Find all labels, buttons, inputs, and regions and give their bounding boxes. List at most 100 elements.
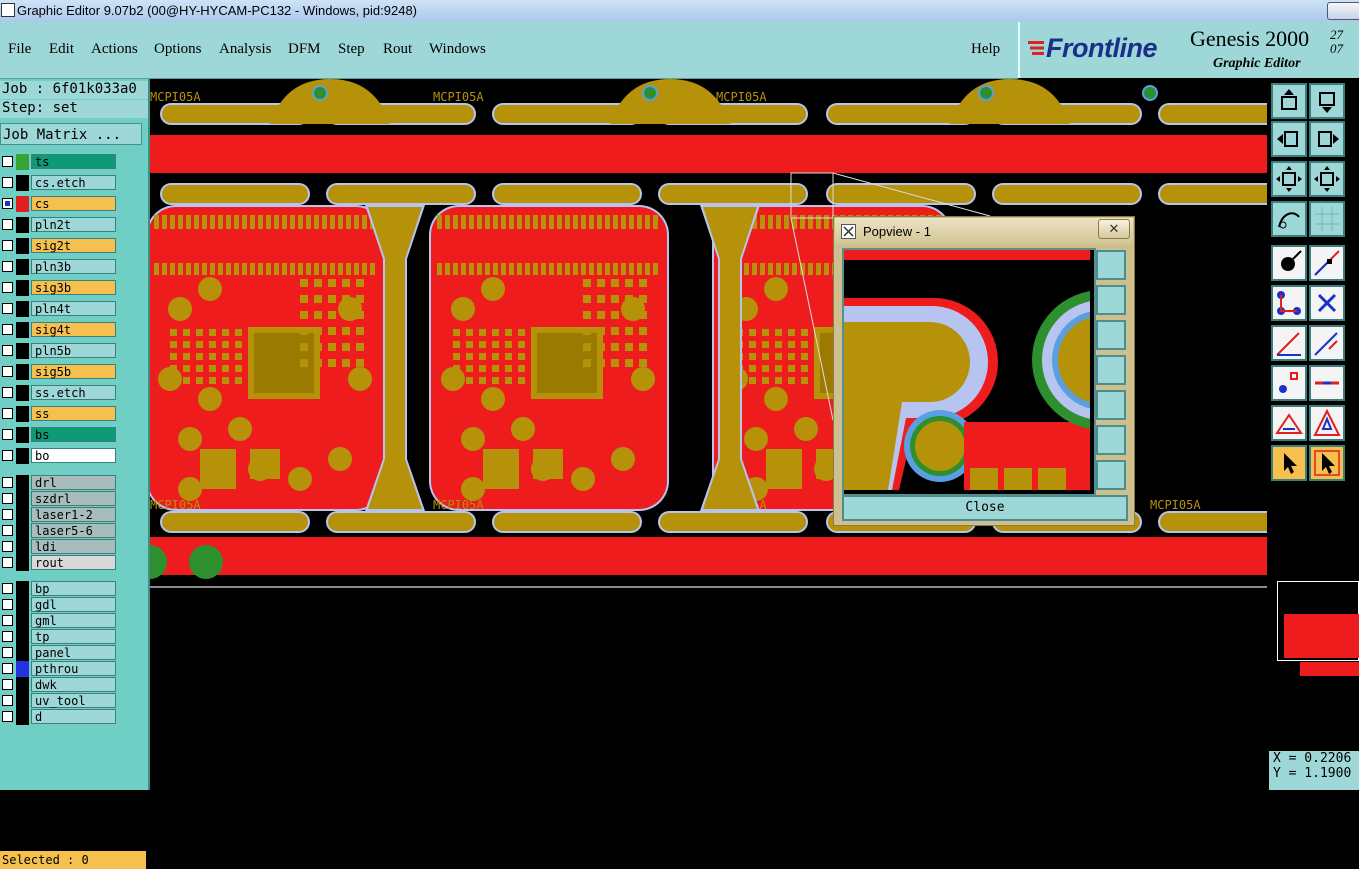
grid-icon[interactable] — [1309, 201, 1345, 237]
layer-name[interactable]: pthrou — [31, 661, 116, 676]
layer-checkbox[interactable] — [2, 663, 13, 674]
layer-name[interactable]: pln4t — [31, 301, 116, 316]
move-left-icon[interactable] — [1271, 121, 1307, 157]
layer-color-swatch[interactable] — [16, 523, 29, 539]
layer-checkbox[interactable] — [2, 647, 13, 658]
layer-color-swatch[interactable] — [16, 581, 29, 597]
menu-rout[interactable]: Rout — [383, 41, 412, 58]
layer-color-swatch[interactable] — [16, 709, 29, 725]
layer-color-swatch[interactable] — [16, 280, 29, 296]
layer-color-swatch[interactable] — [16, 385, 29, 401]
line-icon[interactable] — [1309, 245, 1345, 281]
draw-arc-icon[interactable] — [1309, 325, 1345, 361]
layer-color-swatch[interactable] — [16, 507, 29, 523]
zoom-icon[interactable] — [1309, 161, 1345, 197]
move-down-icon[interactable] — [1309, 83, 1345, 119]
layer-name[interactable]: ldi — [31, 539, 116, 554]
layer-color-swatch[interactable] — [16, 364, 29, 380]
layer-checkbox[interactable] — [2, 631, 13, 642]
popview-left-icon[interactable] — [1096, 355, 1126, 385]
layer-color-swatch[interactable] — [16, 427, 29, 443]
popview-close-button[interactable]: Close — [842, 495, 1128, 521]
layer-name[interactable]: pln2t — [31, 217, 116, 232]
layer-name[interactable]: cs — [31, 196, 116, 211]
layer-name[interactable]: laser1-2 — [31, 507, 116, 522]
layer-color-swatch[interactable] — [16, 475, 29, 491]
overview-map[interactable] — [1277, 581, 1359, 676]
popview-down-icon[interactable] — [1096, 320, 1126, 350]
snap-icon[interactable] — [1271, 201, 1307, 237]
edge-icon[interactable] — [1309, 365, 1345, 401]
layer-color-swatch[interactable] — [16, 154, 29, 170]
pad-icon[interactable] — [1271, 245, 1307, 281]
measure-icon[interactable] — [1271, 365, 1307, 401]
popview-zoom-view[interactable] — [842, 248, 1096, 496]
layer-color-swatch[interactable] — [16, 491, 29, 507]
layer-name[interactable]: bo — [31, 448, 116, 463]
layer-checkbox[interactable] — [2, 711, 13, 722]
layer-color-swatch[interactable] — [16, 343, 29, 359]
layer-name[interactable]: bp — [31, 581, 116, 596]
menu-dfm[interactable]: DFM — [288, 41, 321, 58]
layer-color-swatch[interactable] — [16, 175, 29, 191]
layer-color-swatch[interactable] — [16, 238, 29, 254]
layer-color-swatch[interactable] — [16, 661, 29, 677]
move-right-icon[interactable] — [1309, 121, 1345, 157]
layer-checkbox[interactable] — [2, 679, 13, 690]
layer-checkbox[interactable] — [2, 387, 13, 398]
menu-file[interactable]: File — [8, 41, 31, 58]
select-arrow-icon[interactable] — [1271, 445, 1307, 481]
layer-color-swatch[interactable] — [16, 539, 29, 555]
layer-name[interactable]: sig2t — [31, 238, 116, 253]
layer-checkbox[interactable] — [2, 583, 13, 594]
menu-step[interactable]: Step — [338, 41, 365, 58]
layer-checkbox[interactable] — [2, 408, 13, 419]
layer-checkbox[interactable] — [2, 429, 13, 440]
layer-color-swatch[interactable] — [16, 693, 29, 709]
net-icon[interactable] — [1271, 285, 1307, 321]
layer-checkbox[interactable] — [2, 525, 13, 536]
layer-checkbox[interactable] — [2, 493, 13, 504]
layer-name[interactable]: rout — [31, 555, 116, 570]
layer-checkbox[interactable] — [2, 541, 13, 552]
layer-checkbox[interactable] — [2, 599, 13, 610]
layer-color-swatch[interactable] — [16, 406, 29, 422]
layer-checkbox[interactable] — [2, 303, 13, 314]
layer-checkbox[interactable] — [2, 450, 13, 461]
layer-name[interactable]: bs — [31, 427, 116, 442]
triangle-icon[interactable] — [1309, 405, 1345, 441]
layer-name[interactable]: panel — [31, 645, 116, 660]
layer-name[interactable]: dwk — [31, 677, 116, 692]
layer-checkbox[interactable] — [2, 156, 13, 167]
menu-help[interactable]: Help — [971, 41, 1000, 58]
layer-checkbox[interactable] — [2, 557, 13, 568]
move-up-icon[interactable] — [1271, 83, 1307, 119]
popview-up-icon[interactable] — [1096, 285, 1126, 315]
layer-name[interactable]: sig3b — [31, 280, 116, 295]
draw-line-icon[interactable] — [1271, 325, 1307, 361]
layer-color-swatch[interactable] — [16, 322, 29, 338]
layer-name[interactable]: sig5b — [31, 364, 116, 379]
layer-checkbox[interactable] — [2, 324, 13, 335]
layer-color-swatch[interactable] — [16, 613, 29, 629]
layer-color-swatch[interactable] — [16, 196, 29, 212]
minimize-button[interactable] — [1327, 2, 1359, 20]
popview-zoom-icon[interactable] — [1096, 250, 1126, 280]
polygon-icon[interactable] — [1271, 405, 1307, 441]
layer-name[interactable]: ss — [31, 406, 116, 421]
cross-icon[interactable] — [1309, 285, 1345, 321]
layer-checkbox[interactable] — [2, 366, 13, 377]
layer-name[interactable]: gml — [31, 613, 116, 628]
fit-icon[interactable] — [1271, 161, 1307, 197]
layer-name[interactable]: pln5b — [31, 343, 116, 358]
layer-name[interactable]: gdl — [31, 597, 116, 612]
popview-center-icon[interactable] — [1096, 460, 1126, 490]
layer-color-swatch[interactable] — [16, 301, 29, 317]
layer-name[interactable]: ss.etch — [31, 385, 116, 400]
select-box-icon[interactable] — [1309, 445, 1345, 481]
popview-right-icon[interactable] — [1096, 390, 1126, 420]
menu-windows[interactable]: Windows — [429, 41, 486, 58]
layer-name[interactable]: ts — [31, 154, 116, 169]
layer-name[interactable]: drl — [31, 475, 116, 490]
layer-checkbox[interactable] — [2, 477, 13, 488]
